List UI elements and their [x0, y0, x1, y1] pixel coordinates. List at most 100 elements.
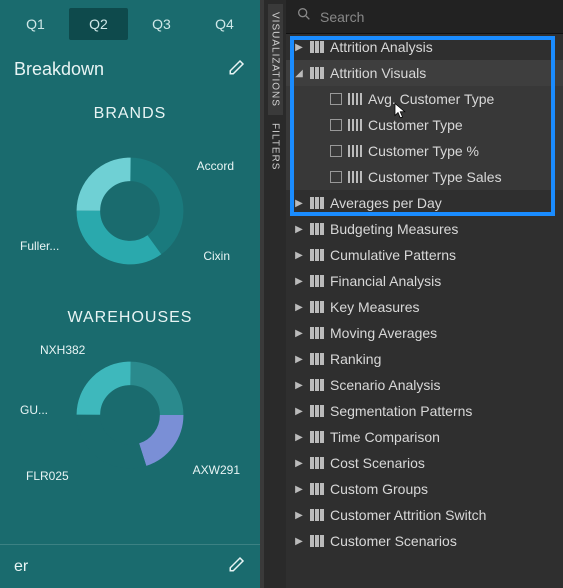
caret-icon: ▶	[294, 380, 304, 391]
tree-item[interactable]: ▶ Customer Attrition Switch	[286, 502, 563, 528]
caret-icon: ▶	[294, 198, 304, 209]
checkbox[interactable]	[330, 93, 342, 105]
tree-field-label: Avg. Customer Type	[368, 91, 555, 107]
tree-item[interactable]: ▶Ranking	[286, 346, 563, 372]
tree-item-label: Cost Scenarios	[330, 455, 555, 471]
search-row	[286, 0, 563, 34]
column-icon	[348, 171, 362, 183]
caret-icon: ▶	[294, 302, 304, 313]
table-icon	[310, 41, 324, 53]
table-icon	[310, 275, 324, 287]
tree-item[interactable]: ▶Time Comparison	[286, 424, 563, 450]
brands-label-fuller: Fuller...	[20, 239, 59, 253]
table-icon	[310, 379, 324, 391]
table-icon	[310, 405, 324, 417]
wh-label-axw: AXW291	[193, 463, 240, 477]
brands-donut-chart[interactable]: Accord Cixin Fuller...	[20, 131, 240, 291]
tree-item-label: Moving Averages	[330, 325, 555, 341]
table-icon	[310, 301, 324, 313]
tree-item-label: Financial Analysis	[330, 273, 555, 289]
checkbox[interactable]	[330, 119, 342, 131]
tab-q3[interactable]: Q3	[132, 8, 191, 40]
table-icon	[310, 249, 324, 261]
tree-item[interactable]: ▶ Financial Analysis	[286, 268, 563, 294]
tab-q2[interactable]: Q2	[69, 8, 128, 40]
table-icon	[310, 483, 324, 495]
brands-label-accord: Accord	[197, 159, 234, 173]
quarter-tabs: Q1 Q2 Q3 Q4	[0, 0, 260, 48]
wh-label-nxh: NXH382	[40, 343, 85, 357]
checkbox[interactable]	[330, 145, 342, 157]
tree-field-label: Customer Type	[368, 117, 555, 133]
breakdown-title: Breakdown	[14, 59, 104, 80]
tree-item-label: Customer Scenarios	[330, 533, 555, 549]
table-icon	[310, 509, 324, 521]
table-icon	[310, 535, 324, 547]
tab-q4[interactable]: Q4	[195, 8, 254, 40]
column-icon	[348, 145, 362, 157]
fields-panel: ▶ Attrition Analysis ◢ Attrition Visuals Avg…	[286, 0, 563, 588]
wh-label-gu: GU...	[20, 403, 48, 417]
tree-item-label: Attrition Analysis	[330, 39, 555, 55]
warehouses-donut-chart[interactable]: NXH382 GU... FLR025 AXW291	[20, 335, 240, 495]
column-icon	[348, 93, 362, 105]
tree-item[interactable]: ▶ Scenario Analysis	[286, 372, 563, 398]
tree-field[interactable]: Customer Type %	[286, 138, 563, 164]
caret-icon: ▶	[294, 250, 304, 261]
tree-item[interactable]: ▶ Budgeting Measures	[286, 216, 563, 242]
tree-item[interactable]: ▶ Cost Scenarios	[286, 450, 563, 476]
tree-item[interactable]: ▶ Customer Scenarios	[286, 528, 563, 554]
vtab-visualizations[interactable]: VISUALIZATIONS	[268, 4, 283, 115]
search-input[interactable]	[320, 9, 553, 25]
caret-icon: ▶	[294, 484, 304, 495]
tree-item[interactable]: ▶ Custom Groups	[286, 476, 563, 502]
tree-field[interactable]: Avg. Customer Type	[286, 86, 563, 112]
caret-icon: ▶	[294, 536, 304, 547]
caret-icon: ▶	[294, 510, 304, 521]
tree-item-label: Attrition Visuals	[330, 65, 555, 81]
caret-icon: ▶	[294, 354, 304, 365]
tree-item[interactable]: ▶Segmentation Patterns	[286, 398, 563, 424]
wh-label-flr: FLR025	[26, 469, 69, 483]
table-icon	[310, 67, 324, 79]
table-icon	[310, 431, 324, 443]
tree-item-label: Customer Attrition Switch	[330, 507, 555, 523]
caret-icon: ▶	[294, 328, 304, 339]
tree-item[interactable]: ▶ Attrition Analysis	[286, 34, 563, 60]
caret-icon: ▶	[294, 276, 304, 287]
tree-item[interactable]: ▶ Averages per Day	[286, 190, 563, 216]
dashboard-panel: Q1 Q2 Q3 Q4 Breakdown BRANDS Accord Cixi…	[0, 0, 260, 588]
tree-item-label: Key Measures	[330, 299, 555, 315]
tree-item-label: Custom Groups	[330, 481, 555, 497]
caret-icon: ▶	[294, 406, 304, 417]
tree-item-label: Budgeting Measures	[330, 221, 555, 237]
table-icon	[310, 353, 324, 365]
caret-icon: ▶	[294, 224, 304, 235]
footer-edit-icon[interactable]	[228, 555, 246, 578]
tree-item-label: Cumulative Patterns	[330, 247, 555, 263]
tree-field[interactable]: Customer Type Sales	[286, 164, 563, 190]
tree-item[interactable]: ▶ Cumulative Patterns	[286, 242, 563, 268]
edit-icon[interactable]	[228, 58, 246, 81]
tree-item[interactable]: ▶ Moving Averages	[286, 320, 563, 346]
tree-item-label: Time Comparison	[330, 429, 555, 445]
caret-icon: ▶	[294, 42, 304, 53]
tree-field-label: Customer Type %	[368, 143, 555, 159]
caret-icon: ▶	[294, 458, 304, 469]
tree-item-label: Scenario Analysis	[330, 377, 555, 393]
tab-q1[interactable]: Q1	[6, 8, 65, 40]
table-icon	[310, 197, 324, 209]
column-icon	[348, 119, 362, 131]
vtab-filters[interactable]: FILTERS	[268, 115, 283, 178]
brands-title: BRANDS	[0, 105, 260, 123]
caret-icon: ◢	[294, 68, 304, 79]
tree-item-label: Averages per Day	[330, 195, 555, 211]
tree-item[interactable]: ◢ Attrition Visuals	[286, 60, 563, 86]
checkbox[interactable]	[330, 171, 342, 183]
tree-field[interactable]: Customer Type	[286, 112, 563, 138]
warehouses-title: WAREHOUSES	[0, 309, 260, 327]
side-tabs: VISUALIZATIONS FILTERS	[264, 0, 286, 588]
tree-field-label: Customer Type Sales	[368, 169, 555, 185]
fields-tree[interactable]: ▶ Attrition Analysis ◢ Attrition Visuals Avg…	[286, 34, 563, 588]
tree-item[interactable]: ▶ Key Measures	[286, 294, 563, 320]
